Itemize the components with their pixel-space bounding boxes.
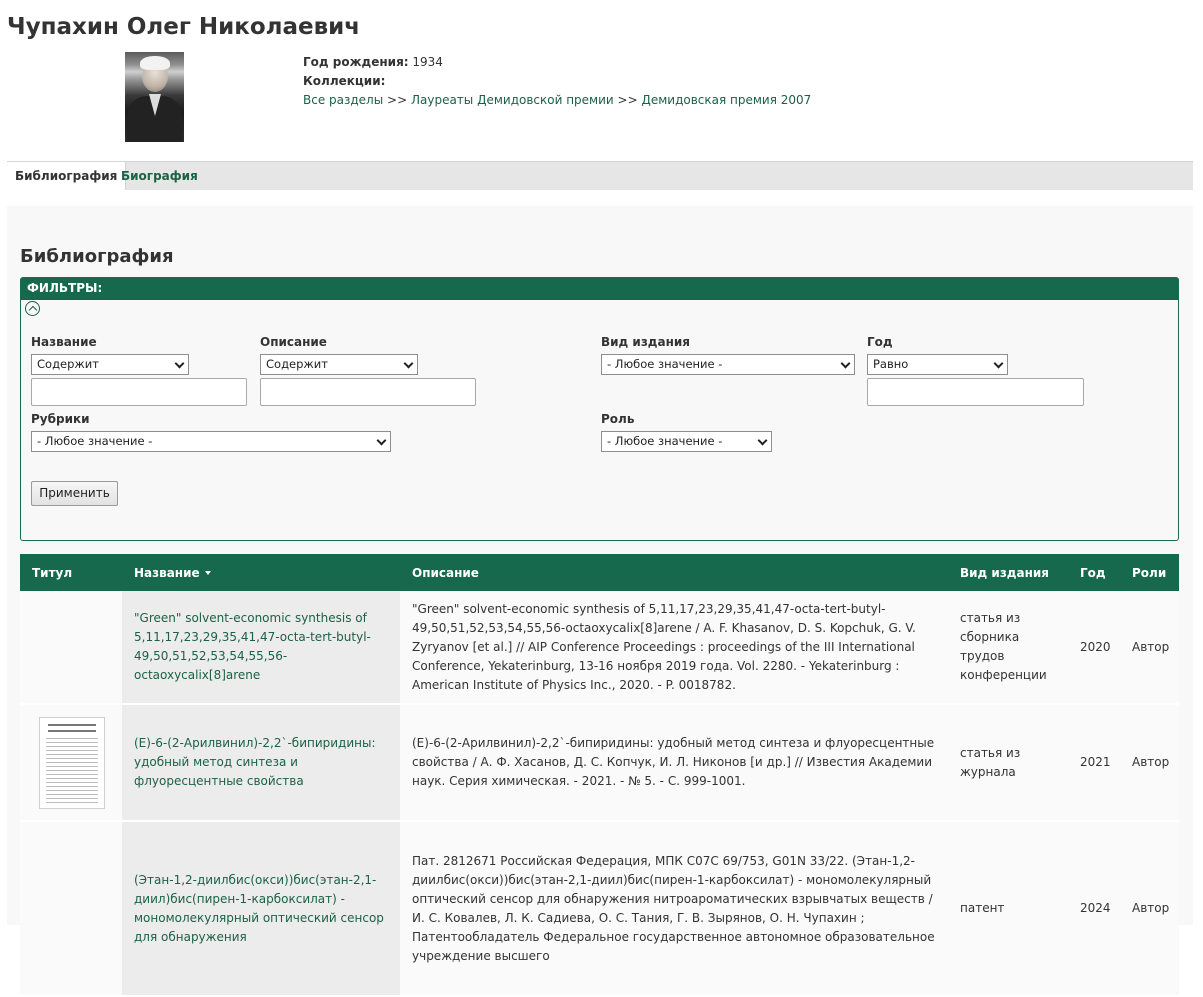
tabs-bar: Библиография Биография xyxy=(7,161,1193,191)
filter-name-operator[interactable]: Содержит xyxy=(31,354,189,375)
column-header-description: Описание xyxy=(400,554,948,591)
sort-desc-icon xyxy=(204,571,211,575)
birth-year-value: 1934 xyxy=(412,55,443,69)
record-description: "Green" solvent-economic synthesis of 5,… xyxy=(400,591,948,705)
page-title: Чупахин Олег Николаевич xyxy=(7,14,361,40)
filter-description-input[interactable] xyxy=(260,378,476,406)
filter-type-select[interactable]: - Любое значение - xyxy=(601,354,855,375)
section-title: Библиография xyxy=(20,246,174,267)
record-title-link[interactable]: "Green" solvent-economic synthesis of 5,… xyxy=(134,611,371,682)
breadcrumb-separator: >> xyxy=(387,93,408,107)
record-type: статья из журнала xyxy=(948,704,1068,822)
cover-cell xyxy=(20,704,122,822)
chevron-down-icon xyxy=(993,358,1004,369)
filter-rubric-label: Рубрики xyxy=(31,412,90,426)
collections-label: Коллекции: xyxy=(303,74,386,88)
filter-role-label: Роль xyxy=(601,412,635,426)
cover-cell xyxy=(20,821,122,997)
chevron-down-icon xyxy=(840,358,851,369)
filter-role-select[interactable]: - Любое значение - xyxy=(601,431,772,452)
record-year: 2024 xyxy=(1068,821,1120,997)
breadcrumb-demidov-2007[interactable]: Демидовская премия 2007 xyxy=(641,93,811,107)
filters-panel: ФИЛЬТРЫ: Название Содержит Описание Соде… xyxy=(20,277,1179,541)
cover-cell xyxy=(20,591,122,705)
filter-year-label: Год xyxy=(867,335,893,349)
record-description: (E)-6-(2-Арилвинил)-2,2`-бипиридины: удо… xyxy=(400,704,948,822)
person-meta: Год рождения: 1934 Коллекции: Все раздел… xyxy=(303,53,811,110)
breadcrumb-all-sections[interactable]: Все разделы xyxy=(303,93,383,107)
record-title-link[interactable]: (Этан-1,2-диилбис(окси))бис(этан-2,1-дии… xyxy=(134,873,384,944)
filter-name-label: Название xyxy=(31,335,97,349)
record-role: Автор xyxy=(1120,704,1179,822)
column-header-title[interactable]: Название xyxy=(122,554,400,591)
filter-year-input[interactable] xyxy=(867,378,1084,406)
record-description: Пат. 2812671 Российская Федерация, МПК C… xyxy=(400,821,948,997)
filter-rubric-select[interactable]: - Любое значение - xyxy=(31,431,391,452)
bibliography-table: Титул Название Описание Вид издания Год … xyxy=(20,554,1179,997)
record-year: 2021 xyxy=(1068,704,1120,822)
column-header-type: Вид издания xyxy=(948,554,1068,591)
column-header-year: Год xyxy=(1068,554,1120,591)
chevron-down-icon xyxy=(376,435,387,446)
apply-button[interactable]: Применить xyxy=(31,481,118,506)
birth-year-label: Год рождения: xyxy=(303,55,409,69)
breadcrumb-demidov-laureates[interactable]: Лауреаты Демидовской премии xyxy=(411,93,614,107)
filter-year-operator[interactable]: Равно xyxy=(867,354,1008,375)
record-title-link[interactable]: (E)-6-(2-Арилвинил)-2,2`-бипиридины: удо… xyxy=(134,736,376,788)
chevron-down-icon xyxy=(757,435,768,446)
filter-type-label: Вид издания xyxy=(601,335,690,349)
tab-bibliography[interactable]: Библиография xyxy=(7,162,127,191)
record-role: Автор xyxy=(1120,591,1179,705)
collapse-up-icon[interactable] xyxy=(25,301,40,316)
record-role: Автор xyxy=(1120,821,1179,997)
table-row: (E)-6-(2-Арилвинил)-2,2`-бипиридины: удо… xyxy=(20,704,1179,822)
filter-name-input[interactable] xyxy=(31,378,247,406)
cover-thumbnail[interactable] xyxy=(39,716,105,809)
column-header-cover: Титул xyxy=(20,554,122,591)
filter-description-label: Описание xyxy=(260,335,327,349)
column-header-role: Роли xyxy=(1120,554,1179,591)
table-row: "Green" solvent-economic synthesis of 5,… xyxy=(20,591,1179,705)
chevron-down-icon xyxy=(403,358,414,369)
record-year: 2020 xyxy=(1068,591,1120,705)
tab-biography[interactable]: Биография xyxy=(113,162,206,191)
filters-header: ФИЛЬТРЫ: xyxy=(21,278,1178,300)
portrait-image xyxy=(125,52,184,142)
record-type: статья из сборника трудов конференции xyxy=(948,591,1068,705)
breadcrumb-separator: >> xyxy=(617,93,638,107)
filter-description-operator[interactable]: Содержит xyxy=(260,354,418,375)
breadcrumb: Все разделы >> Лауреаты Демидовской прем… xyxy=(303,91,811,110)
record-type: патент xyxy=(948,821,1068,997)
chevron-down-icon xyxy=(174,358,185,369)
table-row: (Этан-1,2-диилбис(окси))бис(этан-2,1-дии… xyxy=(20,821,1179,997)
page: Чупахин Олег Николаевич Год рождения: 19… xyxy=(0,0,1203,997)
